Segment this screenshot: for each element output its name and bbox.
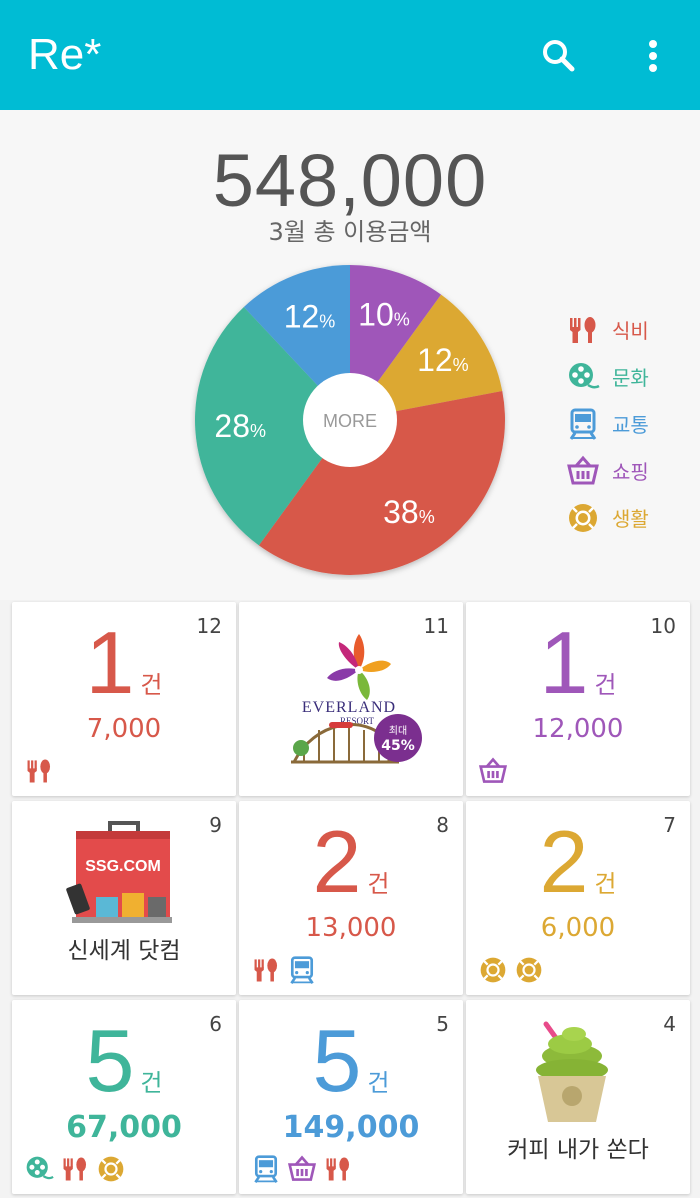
amount: 6,000 <box>540 913 616 943</box>
coffee-label: 커피 내가 쏜다 <box>507 1137 649 1163</box>
basket-icon <box>287 1155 317 1181</box>
legend-label: 쇼핑 <box>612 460 649 484</box>
summary-panel: 548,000 3월 총 이용금액 10% 12% 38% 28% 12% MORE 식… <box>0 110 700 600</box>
count: 5건 <box>312 1011 390 1110</box>
badge-top: 최대 <box>389 725 407 737</box>
amount: 67,000 <box>66 1110 182 1145</box>
spending-pie-chart[interactable]: 10%12%38%28%12% MORE <box>190 260 510 580</box>
ssg-brand: SSG.COM <box>85 858 161 875</box>
amount: 12,000 <box>532 714 624 744</box>
legend-label: 생활 <box>612 507 649 531</box>
count: 1건 <box>85 613 163 712</box>
count: 5건 <box>85 1011 163 1110</box>
more-vert-icon <box>649 40 657 72</box>
fork-knife-icon <box>254 958 278 982</box>
chart-legend: 식비 문화 교통 쇼핑 생활 <box>566 306 686 541</box>
card-grid: 12 1건 7,000 11 EVERLAND RESORT 최대 45% 10… <box>10 600 690 1198</box>
card-11-everland-promo[interactable]: 11 EVERLAND RESORT 최대 45% <box>239 602 463 796</box>
card-5-transit[interactable]: 5 5건 149,000 <box>239 1000 463 1194</box>
total-amount-label: 3월 총 이용금액 <box>268 218 432 246</box>
lifebuoy-icon <box>516 957 542 983</box>
amount: 13,000 <box>305 913 397 943</box>
card-7-living[interactable]: 7 2건 6,000 <box>466 801 690 995</box>
total-amount: 548,000 <box>212 139 488 222</box>
everland-logo: EVERLAND RESORT 최대 45% <box>291 634 422 764</box>
app-title: Re* <box>28 30 102 79</box>
fork-knife-icon <box>63 1157 87 1181</box>
count: 1건 <box>539 613 617 712</box>
legend-item-living[interactable]: 생활 <box>566 494 686 541</box>
pie-center-more-button[interactable]: MORE <box>303 373 397 467</box>
count: 2건 <box>539 812 617 911</box>
more-options-button[interactable] <box>625 28 681 84</box>
film-reel-icon <box>569 362 600 389</box>
legend-item-food[interactable]: 식비 <box>566 306 686 353</box>
lifebuoy-icon <box>569 503 597 532</box>
badge-bottom: 45% <box>381 738 415 754</box>
search-icon <box>543 40 575 72</box>
train-icon <box>569 408 597 440</box>
film-reel-icon <box>26 1156 54 1180</box>
train-icon <box>290 956 314 984</box>
legend-item-transit[interactable]: 교통 <box>566 400 686 447</box>
card-4-coffee-promo[interactable]: 4 커피 내가 쏜다 <box>466 1000 690 1194</box>
ice-cream-cup-illustration <box>536 1021 608 1122</box>
everland-brand: EVERLAND <box>302 699 396 716</box>
amount: 149,000 <box>282 1110 420 1145</box>
search-button[interactable] <box>530 28 586 84</box>
legend-label: 교통 <box>612 413 649 437</box>
basket-icon <box>478 757 508 783</box>
app-bar: Re* <box>0 0 700 110</box>
legend-item-shopping[interactable]: 쇼핑 <box>566 447 686 494</box>
fork-knife-icon <box>570 316 596 343</box>
lifebuoy-icon <box>98 1156 124 1182</box>
fork-knife-icon <box>326 1157 350 1181</box>
train-icon <box>254 1155 278 1183</box>
card-9-ssg-promo[interactable]: 9 SSG.COM 신세계 닷컴 <box>12 801 236 995</box>
legend-item-culture[interactable]: 문화 <box>566 353 686 400</box>
lifebuoy-icon <box>480 957 506 983</box>
card-12-food[interactable]: 12 1건 7,000 <box>12 602 236 796</box>
ssg-shopping-bag-illustration: SSG.COM <box>66 821 172 923</box>
card-6-culture[interactable]: 6 5건 67,000 <box>12 1000 236 1194</box>
amount: 7,000 <box>86 714 162 744</box>
legend-label: 식비 <box>612 319 649 343</box>
legend-label: 문화 <box>612 366 649 390</box>
fork-knife-icon <box>27 759 51 783</box>
ssg-label: 신세계 닷컴 <box>67 938 181 964</box>
card-8-food-transit[interactable]: 8 2건 13,000 <box>239 801 463 995</box>
more-label: MORE <box>323 411 377 431</box>
card-10-shopping[interactable]: 10 1건 12,000 <box>466 602 690 796</box>
basket-icon <box>567 455 599 484</box>
count: 2건 <box>312 812 390 911</box>
